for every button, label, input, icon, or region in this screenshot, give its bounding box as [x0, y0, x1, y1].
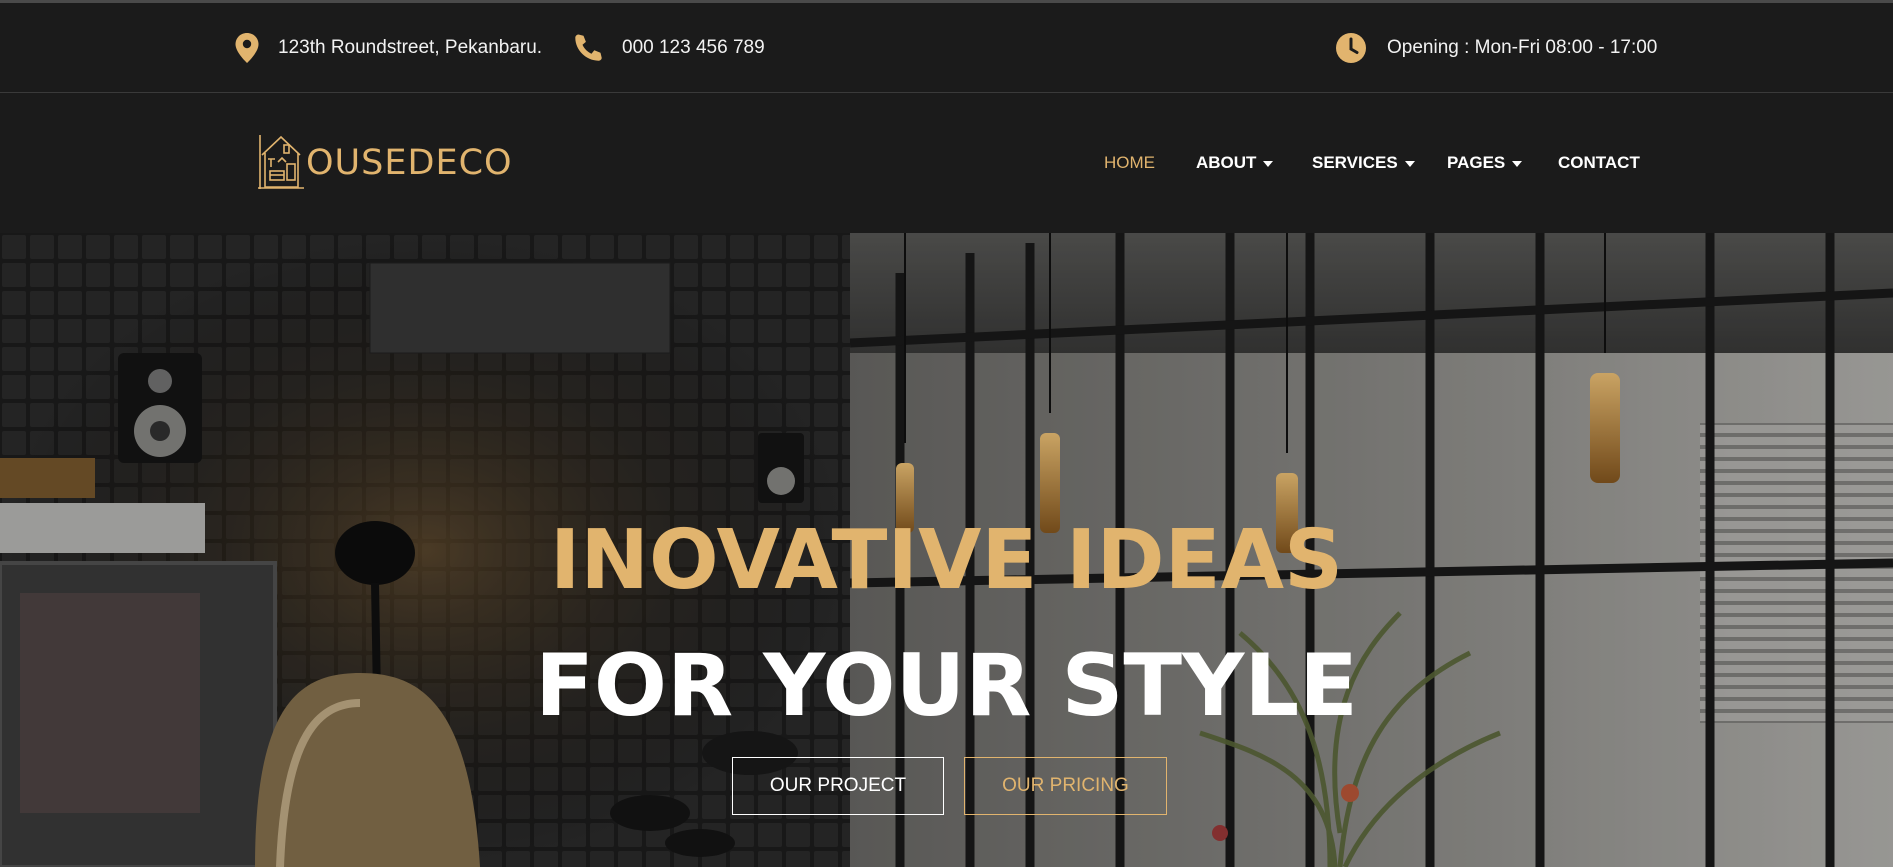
brand-name: OUSEDECO [306, 143, 513, 183]
chevron-down-icon [1263, 161, 1274, 167]
phone-icon [572, 32, 604, 64]
house-sketch-icon [258, 131, 304, 196]
phone-info: 000 123 456 789 [572, 3, 765, 92]
nav-item-pages-label: PAGES [1447, 153, 1506, 172]
top-info-bar: 123th Roundstreet, Pekanbaru. 000 123 45… [0, 3, 1893, 93]
map-pin-icon [234, 32, 260, 64]
nav-item-contact[interactable]: CONTACT [1558, 93, 1640, 233]
nav-item-home[interactable]: HOME [1104, 93, 1155, 233]
chevron-down-icon [1404, 161, 1415, 167]
chevron-down-icon [1512, 161, 1523, 167]
address-info: 123th Roundstreet, Pekanbaru. [234, 3, 542, 92]
hero-headline-line2: FOR YOUR STYLE [535, 636, 1358, 736]
hours-text: Opening : Mon-Fri 08:00 - 17:00 [1387, 36, 1658, 58]
clock-icon [1335, 32, 1367, 64]
address-text: 123th Roundstreet, Pekanbaru. [278, 36, 543, 58]
our-project-button[interactable]: OUR PROJECT [732, 757, 944, 815]
nav-item-about[interactable]: ABOUT [1196, 93, 1274, 233]
phone-text: 000 123 456 789 [622, 36, 765, 58]
hero-headline-line1: INOVATIVE IDEAS [549, 513, 1344, 608]
hours-info: Opening : Mon-Fri 08:00 - 17:00 [1335, 3, 1657, 92]
nav-item-services-label: SERVICES [1312, 153, 1398, 172]
nav-item-about-label: ABOUT [1196, 153, 1257, 172]
nav-item-pages[interactable]: PAGES [1447, 93, 1523, 233]
hero-section: INOVATIVE IDEAS FOR YOUR STYLE OUR PROJE… [0, 233, 1893, 867]
nav-item-services[interactable]: SERVICES [1312, 93, 1415, 233]
our-pricing-button[interactable]: OUR PRICING [964, 757, 1167, 815]
main-navbar: OUSEDECO HOME ABOUT SERVICES PAGES CONTA… [0, 93, 1893, 233]
brand-logo[interactable]: OUSEDECO [258, 131, 513, 195]
